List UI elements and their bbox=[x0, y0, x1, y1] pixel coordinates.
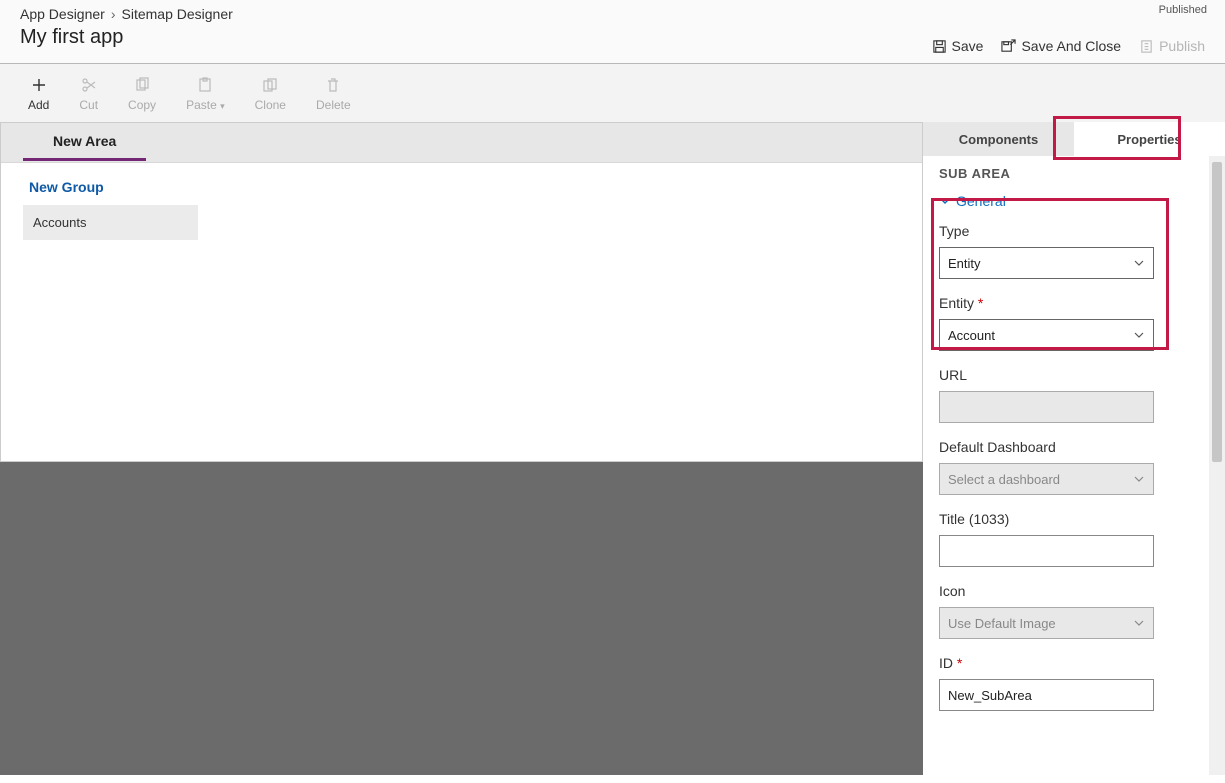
cut-label: Cut bbox=[79, 98, 98, 112]
url-input bbox=[939, 391, 1154, 423]
save-close-label: Save And Close bbox=[1021, 38, 1121, 54]
entity-select[interactable]: Account bbox=[939, 319, 1154, 351]
area-header: New Area bbox=[1, 123, 922, 163]
chevron-down-icon bbox=[939, 195, 951, 207]
breadcrumb-current: Sitemap Designer bbox=[122, 6, 233, 22]
add-button[interactable]: Add bbox=[28, 76, 49, 112]
section-general-label: General bbox=[956, 193, 1006, 209]
header: App Designer › Sitemap Designer My first… bbox=[0, 0, 1225, 64]
tab-properties[interactable]: Properties bbox=[1074, 122, 1225, 156]
breadcrumb-root[interactable]: App Designer bbox=[20, 6, 105, 22]
icon-label: Icon bbox=[939, 583, 1209, 599]
delete-label: Delete bbox=[316, 98, 351, 112]
copy-button: Copy bbox=[128, 76, 156, 112]
panel-heading: SUB AREA bbox=[939, 166, 1209, 181]
toolbar: Add Cut Copy Paste ▾ Clone Delete bbox=[0, 64, 1225, 122]
paste-icon bbox=[196, 76, 214, 94]
id-value: New_SubArea bbox=[948, 688, 1032, 703]
save-close-icon bbox=[1001, 39, 1016, 54]
status-published: Published bbox=[1159, 4, 1207, 16]
title-input[interactable] bbox=[939, 535, 1154, 567]
scroll-thumb[interactable] bbox=[1212, 162, 1222, 462]
right-panel: Components Properties SUB AREA General T… bbox=[923, 122, 1225, 775]
field-url: URL bbox=[939, 367, 1209, 423]
type-select[interactable]: Entity bbox=[939, 247, 1154, 279]
type-label: Type bbox=[939, 223, 1209, 239]
clone-button: Clone bbox=[255, 76, 286, 112]
canvas-area: New Area New Group Accounts bbox=[0, 122, 923, 462]
type-value: Entity bbox=[948, 256, 981, 271]
chevron-down-icon bbox=[1133, 617, 1145, 629]
chevron-down-icon bbox=[1133, 473, 1145, 485]
subarea-item[interactable]: Accounts bbox=[23, 205, 198, 240]
paste-label: Paste ▾ bbox=[186, 98, 225, 112]
clone-label: Clone bbox=[255, 98, 286, 112]
url-label: URL bbox=[939, 367, 1209, 383]
dashboard-placeholder: Select a dashboard bbox=[948, 472, 1060, 487]
publish-button: Publish bbox=[1139, 38, 1205, 54]
field-title: Title (1033) bbox=[939, 511, 1209, 567]
trash-icon bbox=[324, 76, 342, 94]
clone-icon bbox=[261, 76, 279, 94]
plus-icon bbox=[30, 76, 48, 94]
copy-icon bbox=[133, 76, 151, 94]
area-tab[interactable]: New Area bbox=[23, 133, 146, 161]
add-label: Add bbox=[28, 98, 49, 112]
panel-tabs: Components Properties bbox=[923, 122, 1225, 156]
title-label: Title (1033) bbox=[939, 511, 1209, 527]
delete-button: Delete bbox=[316, 76, 351, 112]
chevron-down-icon bbox=[1133, 257, 1145, 269]
id-label: ID * bbox=[939, 655, 1209, 671]
main: New Area New Group Accounts Components P… bbox=[0, 122, 1225, 775]
field-type: Type Entity bbox=[939, 223, 1209, 279]
dashboard-select[interactable]: Select a dashboard bbox=[939, 463, 1154, 495]
header-actions: Save Save And Close Publish bbox=[932, 38, 1205, 54]
field-entity: Entity * Account bbox=[939, 295, 1209, 351]
breadcrumb: App Designer › Sitemap Designer bbox=[20, 6, 1205, 22]
publish-label: Publish bbox=[1159, 38, 1205, 54]
paste-button: Paste ▾ bbox=[186, 76, 225, 112]
canvas: New Area New Group Accounts bbox=[0, 122, 923, 775]
group-title[interactable]: New Group bbox=[23, 179, 900, 195]
canvas-body: New Group Accounts bbox=[1, 163, 922, 256]
panel-body: SUB AREA General Type Entity Entity * Ac… bbox=[923, 156, 1225, 775]
copy-label: Copy bbox=[128, 98, 156, 112]
section-general[interactable]: General bbox=[939, 193, 1209, 209]
save-icon bbox=[932, 39, 947, 54]
scrollbar[interactable] bbox=[1209, 156, 1225, 775]
entity-label: Entity * bbox=[939, 295, 1209, 311]
save-and-close-button[interactable]: Save And Close bbox=[1001, 38, 1121, 54]
save-button[interactable]: Save bbox=[932, 38, 984, 54]
chevron-right-icon: › bbox=[111, 6, 116, 22]
id-input[interactable]: New_SubArea bbox=[939, 679, 1154, 711]
save-label: Save bbox=[952, 38, 984, 54]
icon-value: Use Default Image bbox=[948, 616, 1056, 631]
field-icon: Icon Use Default Image bbox=[939, 583, 1209, 639]
scissors-icon bbox=[80, 76, 98, 94]
tab-components[interactable]: Components bbox=[923, 122, 1074, 156]
field-dashboard: Default Dashboard Select a dashboard bbox=[939, 439, 1209, 495]
field-id: ID * New_SubArea bbox=[939, 655, 1209, 711]
entity-value: Account bbox=[948, 328, 995, 343]
dashboard-label: Default Dashboard bbox=[939, 439, 1209, 455]
publish-icon bbox=[1139, 39, 1154, 54]
chevron-down-icon bbox=[1133, 329, 1145, 341]
icon-select[interactable]: Use Default Image bbox=[939, 607, 1154, 639]
cut-button: Cut bbox=[79, 76, 98, 112]
